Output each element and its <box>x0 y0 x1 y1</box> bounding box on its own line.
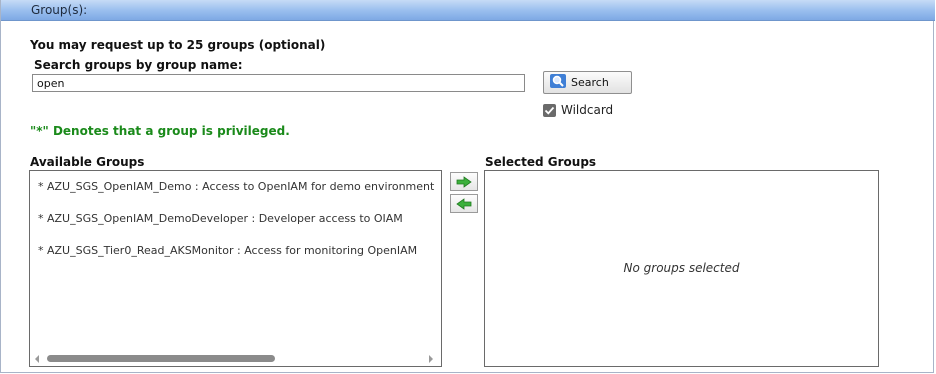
horizontal-scrollbar[interactable] <box>30 352 441 366</box>
selected-groups-title: Selected Groups <box>485 155 597 169</box>
section-title: Group(s): <box>31 3 88 17</box>
section-header: Group(s): <box>1 0 935 21</box>
group-search-input[interactable] <box>32 74 525 92</box>
list-item[interactable]: * AZU_SGS_OpenIAM_DemoDeveloper : Develo… <box>38 212 403 225</box>
selected-groups-list[interactable]: No groups selected <box>484 170 879 367</box>
search-button[interactable]: Search <box>543 71 632 94</box>
scrollbar-thumb[interactable] <box>47 355 275 362</box>
search-button-label: Search <box>571 76 609 89</box>
scroll-right-icon[interactable] <box>429 355 433 363</box>
checkmark-icon <box>544 106 555 115</box>
arrow-left-icon <box>456 197 472 210</box>
list-item[interactable]: * AZU_SGS_OpenIAM_Demo : Access to OpenI… <box>38 180 434 193</box>
search-label: Search groups by group name: <box>34 58 243 72</box>
available-groups-title: Available Groups <box>30 155 145 169</box>
available-groups-list[interactable]: * AZU_SGS_OpenIAM_Demo : Access to OpenI… <box>29 170 442 367</box>
scroll-left-icon[interactable] <box>35 355 39 363</box>
arrow-right-icon <box>456 175 472 188</box>
search-icon <box>550 74 571 91</box>
group-limit-text: You may request up to 25 groups (optiona… <box>30 38 326 52</box>
privileged-note: "*" Denotes that a group is privileged. <box>30 124 290 138</box>
empty-selection-text: No groups selected <box>623 261 740 275</box>
wildcard-checkbox[interactable] <box>543 104 556 117</box>
wildcard-label: Wildcard <box>561 103 614 117</box>
remove-group-button[interactable] <box>450 194 478 213</box>
list-item[interactable]: * AZU_SGS_Tier0_Read_AKSMonitor : Access… <box>38 244 417 257</box>
add-group-button[interactable] <box>450 172 478 191</box>
